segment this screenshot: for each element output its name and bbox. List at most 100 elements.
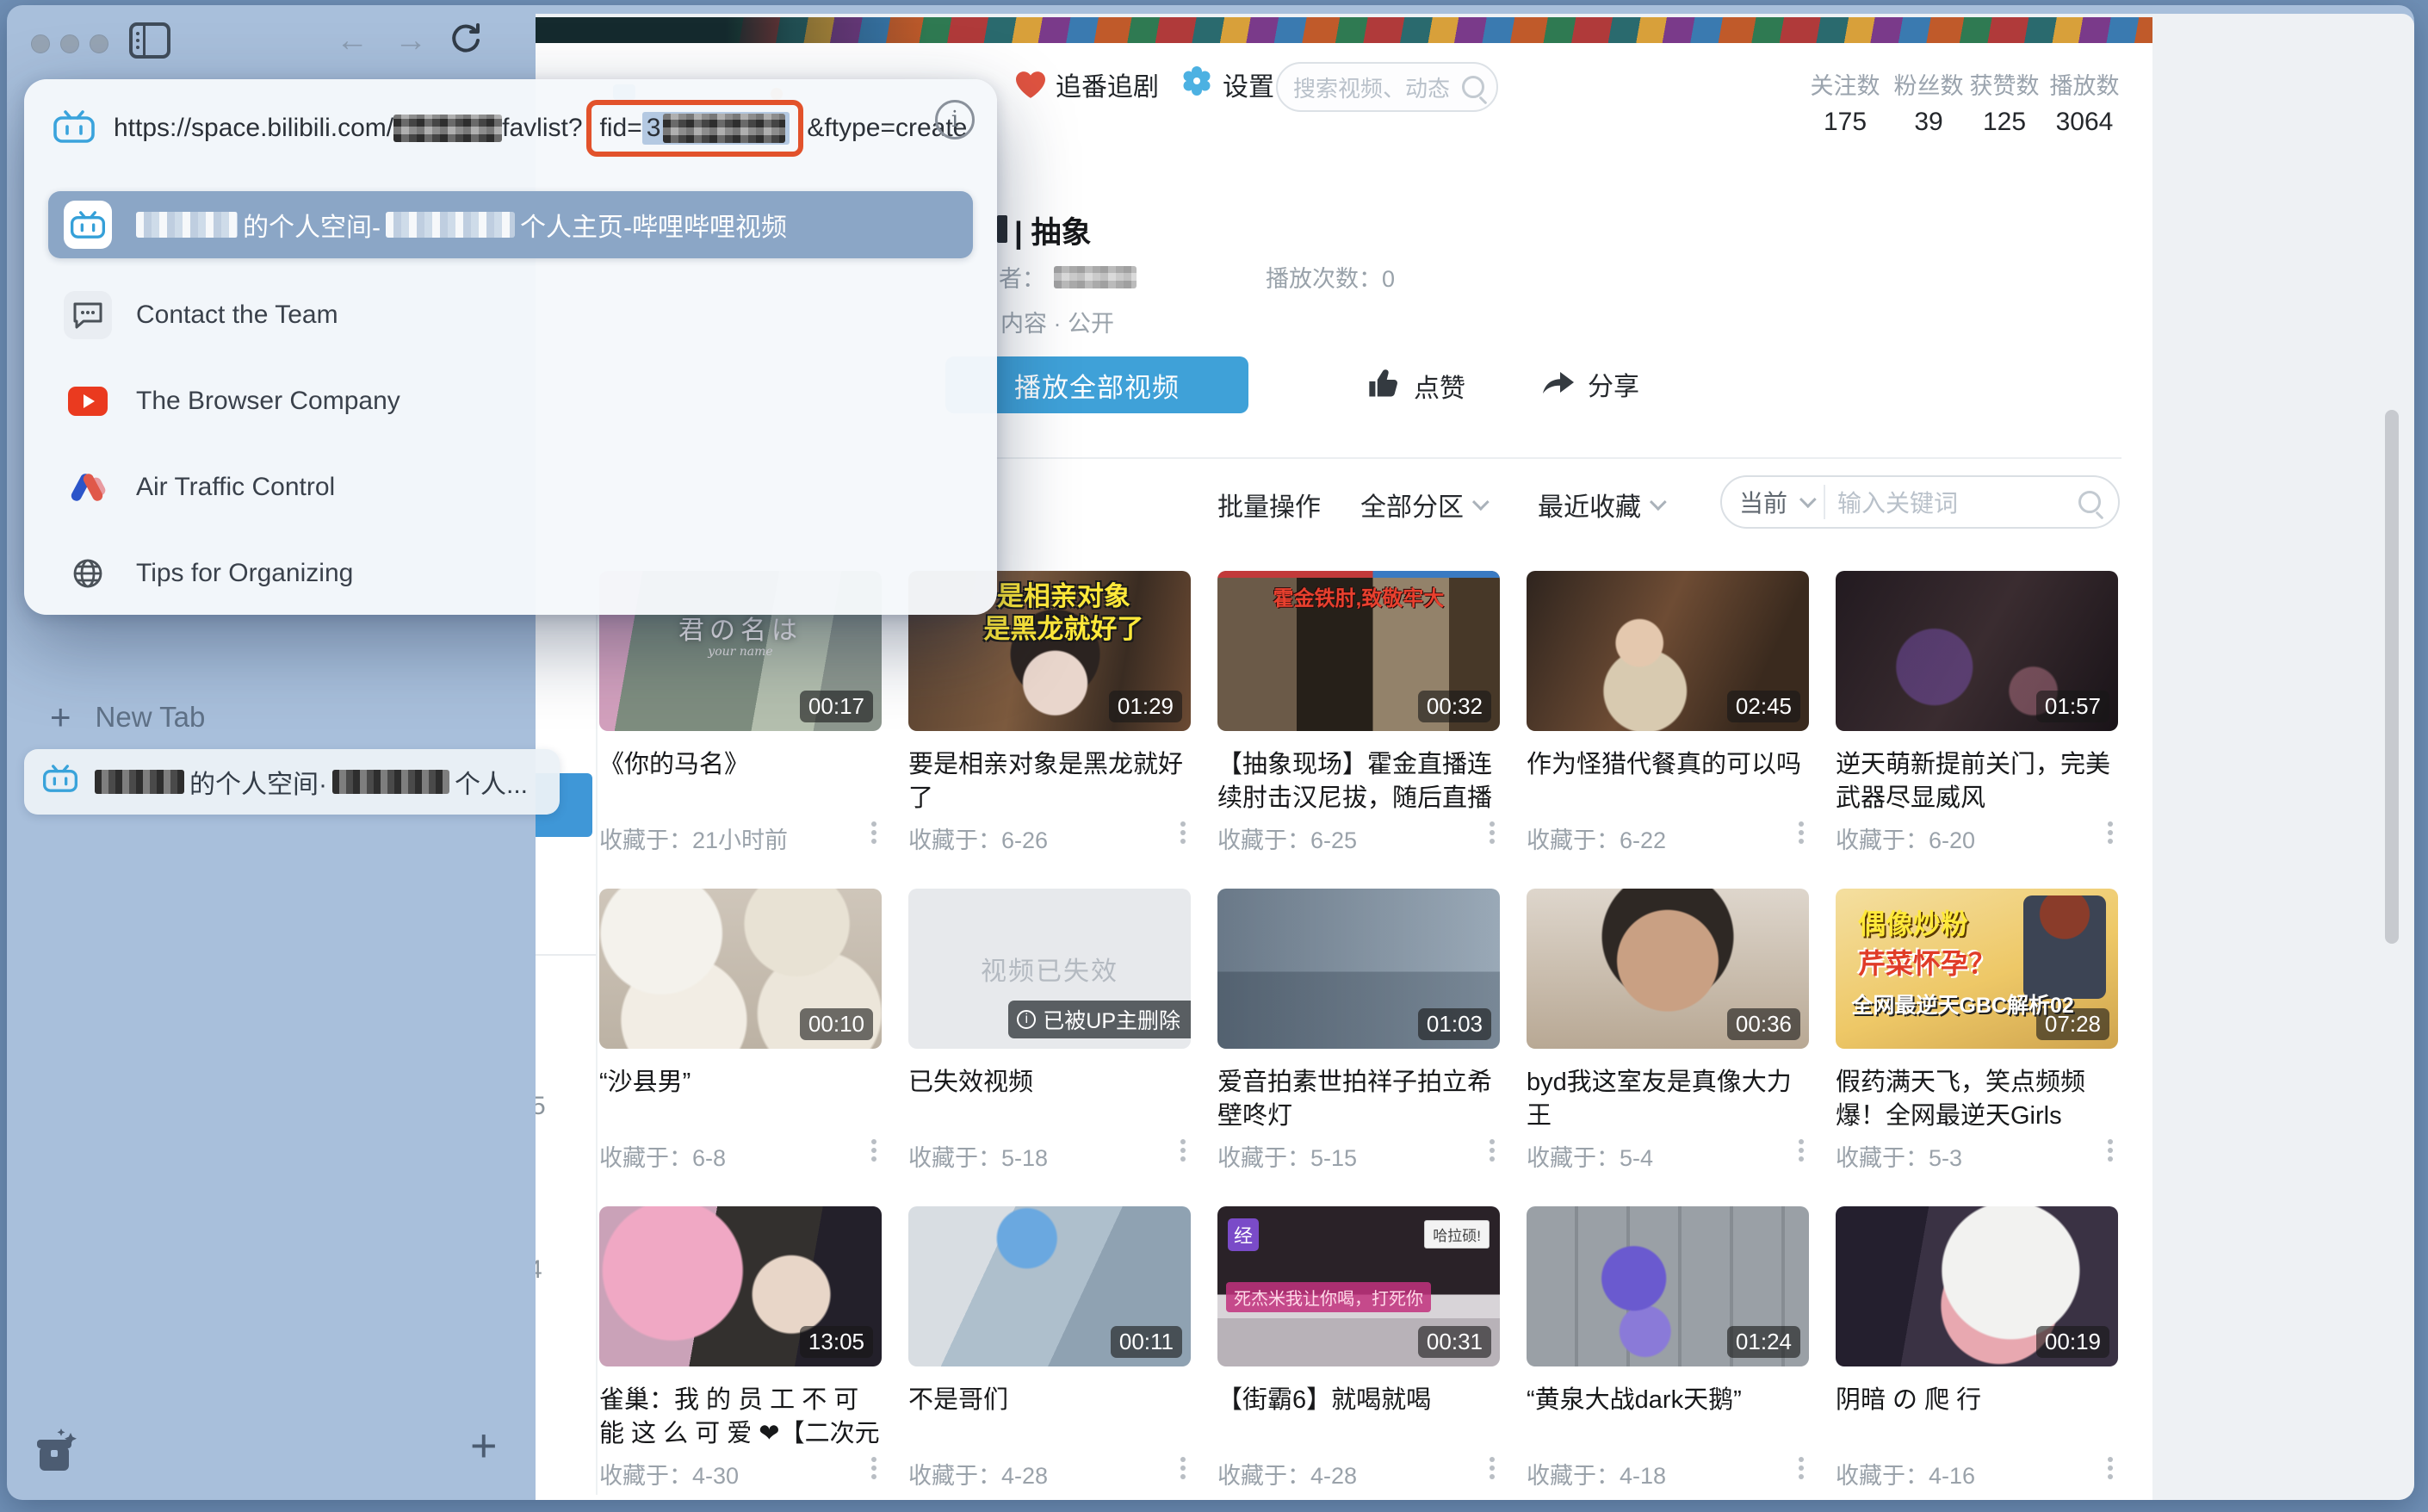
video-title[interactable]: 爱音拍素世拍祥子拍立希壁咚灯 — [1217, 1066, 1500, 1133]
video-title[interactable]: 《你的马名》 — [599, 748, 882, 782]
video-thumbnail[interactable]: 01:03 — [1217, 889, 1500, 1049]
more-menu-icon[interactable] — [871, 821, 876, 827]
more-menu-icon[interactable] — [1180, 821, 1186, 827]
suggestion-contact-team[interactable]: Contact the Team — [48, 284, 973, 346]
gear-icon — [1181, 65, 1212, 103]
more-menu-icon[interactable] — [1799, 1457, 1804, 1462]
scope-dropdown[interactable]: 当前 — [1739, 485, 1787, 519]
category-dropdown[interactable]: 全部分区 — [1360, 486, 1484, 524]
video-thumbnail[interactable]: 01:24 — [1527, 1206, 1809, 1366]
bangumi-link[interactable]: 追番追剧 — [1016, 65, 1159, 103]
more-menu-icon[interactable] — [1490, 1139, 1495, 1144]
reload-button[interactable] — [448, 21, 484, 57]
saved-date: 收藏于：4-16 — [1836, 1463, 1975, 1489]
video-thumbnail[interactable]: 经 哈拉硕! 死杰米我让你喝，打死你 00:31 — [1217, 1206, 1500, 1366]
new-item-plus-icon[interactable]: + — [470, 1422, 498, 1469]
window-minimize-button[interactable] — [60, 34, 79, 53]
video-title[interactable]: “沙县男” — [599, 1066, 882, 1100]
stat-plays[interactable]: 播放数 3064 — [2037, 67, 2132, 137]
video-thumbnail-invalid[interactable]: 视频已失效 i 已被UP主删除 — [908, 889, 1191, 1049]
video-title[interactable]: 雀巢：我 的 员 工 不 可 能 这 么 可 爱 ❤【二次元爆改 — [599, 1384, 882, 1453]
video-thumbnail[interactable]: 00:11 — [908, 1206, 1191, 1366]
batch-action-button[interactable]: 批量操作 — [1217, 486, 1321, 524]
more-menu-icon[interactable] — [2108, 1457, 2113, 1462]
suggestion-current-tab[interactable]: 的个人空间- 个人主页-哔哩哔哩视频 — [48, 191, 973, 258]
suggestion-browser-company[interactable]: The Browser Company — [48, 370, 973, 432]
video-title[interactable]: 要是相亲对象是黑龙就好了 — [908, 748, 1191, 815]
video-title[interactable]: 作为怪猎代餐真的可以吗 — [1527, 748, 1809, 782]
folder-count: 4 — [536, 1255, 542, 1285]
stat-likes[interactable]: 获赞数 125 — [1961, 67, 2047, 137]
suggestion-air-traffic-control[interactable]: Air Traffic Control — [48, 456, 973, 518]
window-close-button[interactable] — [31, 34, 50, 53]
more-menu-icon[interactable] — [1180, 1139, 1186, 1144]
fid-label: fid= — [600, 114, 642, 143]
url-bar[interactable]: https://space.bilibili.com/favlist?fid=3… — [53, 100, 920, 157]
video-thumbnail[interactable]: 01:57 — [1836, 571, 2118, 731]
sidebar-toggle-icon[interactable] — [129, 22, 170, 59]
more-menu-icon[interactable] — [1490, 1457, 1495, 1462]
more-menu-icon[interactable] — [1799, 821, 1804, 827]
collection-title: | 抽象 — [1014, 208, 1092, 252]
forward-button[interactable]: → — [394, 24, 427, 57]
more-menu-icon[interactable] — [871, 1139, 876, 1144]
video-title[interactable]: 假药满天飞，笑点频频爆！全网最逆天Girls Band Cry解析 — [1836, 1066, 2118, 1135]
video-thumbnail[interactable]: 02:45 — [1527, 571, 1809, 731]
video-thumbnail[interactable]: 00:19 — [1836, 1206, 2118, 1366]
partial-glyph — [997, 215, 1007, 243]
video-title[interactable]: “黄泉大战dark天鹅” — [1527, 1384, 1809, 1417]
saved-date: 收藏于：4-30 — [599, 1463, 739, 1489]
video-title[interactable]: 【街霸6】就喝就喝 — [1217, 1384, 1500, 1417]
video-thumbnail[interactable]: 霍金铁肘,致敬牢大 00:32 — [1217, 571, 1500, 731]
more-menu-icon[interactable] — [1490, 821, 1495, 827]
new-tab-button[interactable]: + New Tab — [50, 699, 205, 735]
creator-label: 者： — [999, 260, 1045, 294]
video-title[interactable]: 逆天萌新提前关门，完美武器尽显威风 — [1836, 748, 2118, 815]
video-thumbnail[interactable]: 00:36 — [1527, 889, 1809, 1049]
globe-icon — [64, 557, 112, 590]
video-title[interactable]: 阴暗 の 爬 行 — [1836, 1384, 2118, 1417]
site-info-button[interactable]: i — [935, 100, 975, 139]
video-thumbnail[interactable]: 00:10 — [599, 889, 882, 1049]
censored-name — [386, 212, 515, 238]
video-card: 00:19 阴暗 の 爬 行 收藏于：4-16 — [1836, 1206, 2118, 1496]
back-button[interactable]: ← — [336, 24, 369, 57]
more-menu-icon[interactable] — [2108, 821, 2113, 827]
browser-window: 5 4 追番追剧 设置 搜索视频、动态 关注数 175 粉丝数 39 获赞数 1… — [7, 5, 2414, 1500]
saved-date: 收藏于：5-18 — [908, 1145, 1048, 1171]
more-menu-icon[interactable] — [1799, 1139, 1804, 1144]
video-title[interactable]: 已失效视频 — [908, 1066, 1191, 1100]
window-zoom-button[interactable] — [90, 34, 108, 53]
space-search-input[interactable]: 搜索视频、动态 — [1276, 62, 1498, 112]
search-placeholder: 搜索视频、动态 — [1293, 71, 1450, 103]
keyword-search[interactable]: 当前 输入关键词 — [1720, 475, 2120, 529]
search-icon — [1462, 76, 1484, 98]
share-button[interactable]: 分享 — [1539, 363, 1639, 405]
video-thumbnail[interactable]: 偶像炒粉 芹菜怀孕？ 全网最逆天GBC解析02 07:28 — [1836, 889, 2118, 1049]
video-thumbnail[interactable]: 13:05 — [599, 1206, 882, 1366]
more-menu-icon[interactable] — [871, 1457, 876, 1462]
library-icon[interactable] — [33, 1428, 77, 1480]
saved-date: 收藏于：5-15 — [1217, 1145, 1357, 1171]
share-label: 分享 — [1588, 365, 1639, 403]
bilibili-favicon — [43, 764, 77, 800]
settings-link[interactable]: 设置 — [1181, 65, 1274, 103]
fid-annotation-box: fid=3 — [586, 100, 804, 157]
keyword-placeholder: 输入关键词 — [1837, 485, 1958, 519]
video-title[interactable]: byd我这室友是真像大力王 — [1527, 1066, 1809, 1133]
stat-followers[interactable]: 粉丝数 39 — [1886, 67, 1972, 137]
suggestion-tips-organizing[interactable]: Tips for Organizing — [48, 542, 973, 604]
duration-badge: 13:05 — [800, 1326, 873, 1358]
page-scrollbar[interactable] — [2385, 410, 2399, 944]
sort-dropdown[interactable]: 最近收藏 — [1538, 486, 1662, 524]
info-icon: i — [1017, 1010, 1036, 1029]
more-menu-icon[interactable] — [1180, 1457, 1186, 1462]
selected-fid-value[interactable]: 3 — [642, 112, 790, 145]
like-button[interactable]: 点赞 — [1367, 365, 1465, 406]
more-menu-icon[interactable] — [2108, 1139, 2113, 1144]
active-tab[interactable]: 的个人空间· 个人... — [24, 749, 560, 815]
video-title[interactable]: 不是哥们 — [908, 1384, 1191, 1417]
stat-following[interactable]: 关注数 175 — [1798, 67, 1892, 137]
duration-badge: 00:31 — [1418, 1326, 1491, 1358]
video-title[interactable]: 【抽象现场】霍金直播连续肘击汉尼拔，随后直播间被封 — [1217, 748, 1500, 817]
